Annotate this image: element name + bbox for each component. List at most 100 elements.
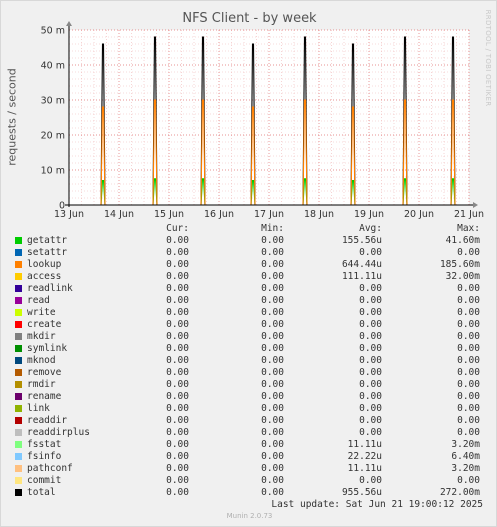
legend-series-name: create — [27, 319, 62, 330]
legend-series-name: commit — [27, 475, 62, 486]
legend-row-rename: rename 0.00 0.00 0.00 0.00 — [1, 391, 497, 403]
legend-cur-value: 0.00 — [166, 367, 189, 378]
legend-row-setattr: setattr 0.00 0.00 0.00 0.00 — [1, 247, 497, 259]
legend-max-value: 185.60m — [439, 259, 480, 270]
legend-series-name: mkdir — [27, 331, 56, 342]
legend-cur-value: 0.00 — [166, 235, 189, 246]
legend-row-mknod: mknod 0.00 0.00 0.00 0.00 — [1, 355, 497, 367]
legend-avg-value: 0.00 — [359, 379, 382, 390]
legend-max-value: 0.00 — [457, 247, 480, 258]
legend-cur-value: 0.00 — [166, 343, 189, 354]
legend-avg-value: 11.11u — [347, 439, 382, 450]
legend-row-read: read 0.00 0.00 0.00 0.00 — [1, 295, 497, 307]
y-tick-label: 50 m — [41, 26, 65, 37]
legend-min-value: 0.00 — [261, 415, 284, 426]
legend-cur-value: 0.00 — [166, 307, 189, 318]
legend-row-readdir: readdir 0.00 0.00 0.00 0.00 — [1, 415, 497, 427]
legend-row-readlink: readlink 0.00 0.00 0.00 0.00 — [1, 283, 497, 295]
legend-cur-value: 0.00 — [166, 295, 189, 306]
legend-min-value: 0.00 — [261, 451, 284, 462]
legend-cur-value: 0.00 — [166, 259, 189, 270]
y-tick-label: 30 m — [41, 96, 65, 107]
legend-avg-value: 0.00 — [359, 295, 382, 306]
legend-avg-value: 644.44u — [341, 259, 382, 270]
legend-row-commit: commit 0.00 0.00 0.00 0.00 — [1, 475, 497, 487]
legend-header-avg: Avg: — [359, 223, 382, 234]
legend-swatch — [15, 261, 22, 268]
legend-max-value: 0.00 — [457, 475, 480, 486]
legend-avg-value: 0.00 — [359, 343, 382, 354]
legend-avg-value: 0.00 — [359, 355, 382, 366]
legend-row-readdirplus: readdirplus 0.00 0.00 0.00 0.00 — [1, 427, 497, 439]
legend-min-value: 0.00 — [261, 367, 284, 378]
legend-max-value: 272.00m — [439, 487, 480, 498]
legend-swatch — [15, 441, 22, 448]
x-tick-label: 16 Jun — [204, 209, 234, 220]
legend-min-value: 0.00 — [261, 475, 284, 486]
legend-series-name: rmdir — [27, 379, 56, 390]
legend-cur-value: 0.00 — [166, 487, 189, 498]
legend-swatch — [15, 393, 22, 400]
x-tick-label: 19 Jun — [354, 209, 384, 220]
legend-swatch — [15, 297, 22, 304]
legend-swatch — [15, 417, 22, 424]
legend-avg-value: 22.22u — [347, 451, 382, 462]
legend-cur-value: 0.00 — [166, 439, 189, 450]
legend-min-value: 0.00 — [261, 271, 284, 282]
legend-cur-value: 0.00 — [166, 403, 189, 414]
legend-max-value: 0.00 — [457, 283, 480, 294]
y-axis-arrow — [66, 21, 72, 26]
legend-cur-value: 0.00 — [166, 247, 189, 258]
legend-min-value: 0.00 — [261, 487, 284, 498]
legend-max-value: 0.00 — [457, 307, 480, 318]
legend-row-fsstat: fsstat 0.00 0.00 11.11u 3.20m — [1, 439, 497, 451]
legend-series-name: lookup — [27, 259, 62, 270]
legend-min-value: 0.00 — [261, 235, 284, 246]
legend-avg-value: 0.00 — [359, 307, 382, 318]
x-tick-label: 17 Jun — [254, 209, 284, 220]
y-tick-label: 10 m — [41, 166, 65, 177]
legend-series-name: getattr — [27, 235, 68, 246]
legend-row-link: link 0.00 0.00 0.00 0.00 — [1, 403, 497, 415]
legend-series-name: readlink — [27, 283, 73, 294]
y-tick-label: 40 m — [41, 61, 65, 72]
legend-avg-value: 11.11u — [347, 463, 382, 474]
legend-row-remove: remove 0.00 0.00 0.00 0.00 — [1, 367, 497, 379]
legend-series-name: readdirplus — [27, 427, 90, 438]
legend-row-rmdir: rmdir 0.00 0.00 0.00 0.00 — [1, 379, 497, 391]
legend-row-lookup: lookup 0.00 0.00 644.44u 185.60m — [1, 259, 497, 271]
legend-max-value: 0.00 — [457, 295, 480, 306]
legend-min-value: 0.00 — [261, 379, 284, 390]
legend-max-value: 0.00 — [457, 427, 480, 438]
legend-cur-value: 0.00 — [166, 427, 189, 438]
legend-row-create: create 0.00 0.00 0.00 0.00 — [1, 319, 497, 331]
legend-max-value: 3.20m — [451, 439, 480, 450]
legend-avg-value: 111.11u — [341, 271, 382, 282]
legend-min-value: 0.00 — [261, 319, 284, 330]
y-tick-label: 0 — [59, 201, 65, 212]
legend-cur-value: 0.00 — [166, 475, 189, 486]
legend-table: Cur: Min: Avg: Max: getattr 0.00 0.00 155.5… — [1, 223, 497, 503]
legend-max-value: 0.00 — [457, 391, 480, 402]
legend-cur-value: 0.00 — [166, 451, 189, 462]
legend-avg-value: 0.00 — [359, 427, 382, 438]
legend-row-write: write 0.00 0.00 0.00 0.00 — [1, 307, 497, 319]
legend-row-getattr: getattr 0.00 0.00 155.56u 41.60m — [1, 235, 497, 247]
last-update: Last update: Sat Jun 21 19:00:12 2025 — [271, 499, 483, 510]
legend-swatch — [15, 465, 22, 472]
legend-series-name: fsstat — [27, 439, 62, 450]
legend-min-value: 0.00 — [261, 283, 284, 294]
legend-swatch — [15, 345, 22, 352]
x-tick-label: 18 Jun — [304, 209, 334, 220]
legend-series-name: fsinfo — [27, 451, 62, 462]
legend-avg-value: 0.00 — [359, 403, 382, 414]
legend-min-value: 0.00 — [261, 439, 284, 450]
legend-avg-value: 0.00 — [359, 283, 382, 294]
legend-swatch — [15, 369, 22, 376]
legend-avg-value: 155.56u — [341, 235, 382, 246]
legend-min-value: 0.00 — [261, 307, 284, 318]
legend-series-name: link — [27, 403, 50, 414]
legend-max-value: 3.20m — [451, 463, 480, 474]
legend-series-name: write — [27, 307, 56, 318]
legend-min-value: 0.00 — [261, 259, 284, 270]
